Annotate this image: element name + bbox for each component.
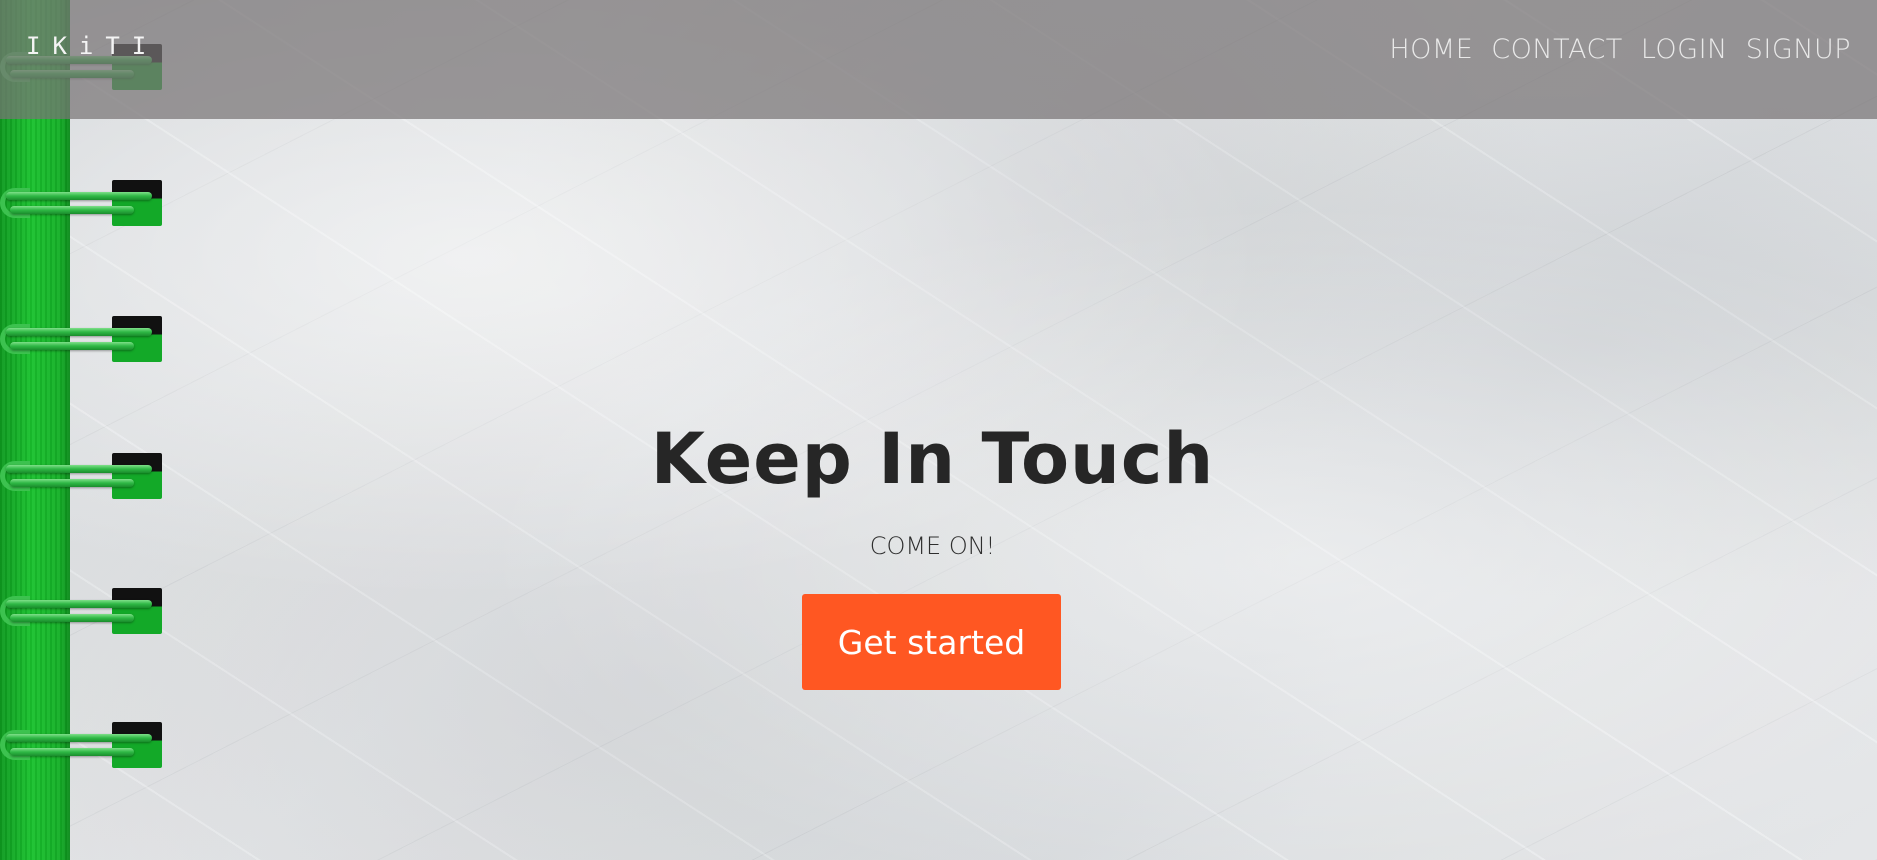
get-started-button[interactable]: Get started — [802, 594, 1061, 690]
hero-title: Keep In Touch — [650, 418, 1215, 500]
hero-subtitle: COME ON! — [869, 532, 996, 560]
hero-section: Keep In Touch COME ON! Get started — [0, 0, 1877, 860]
